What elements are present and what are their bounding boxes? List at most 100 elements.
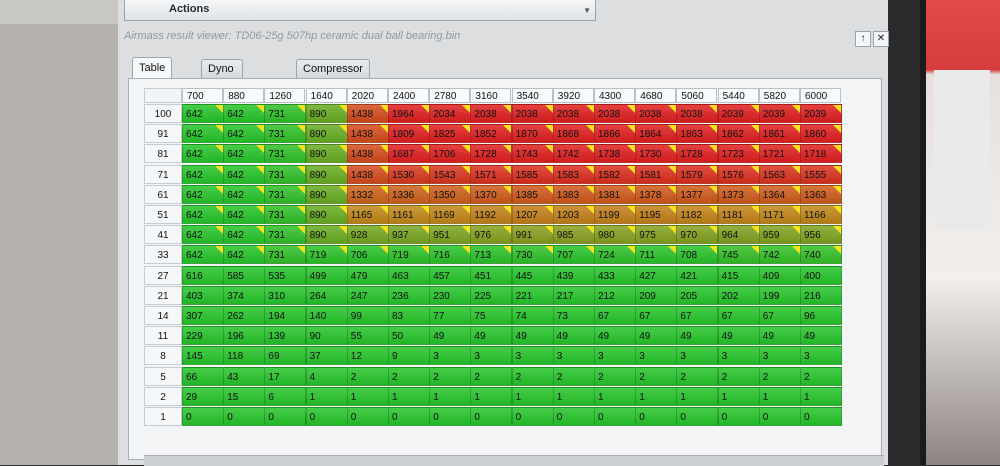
table-cell[interactable]: 75 [470,306,513,325]
table-cell[interactable]: 745 [717,245,760,265]
table-cell[interactable]: 1583 [552,164,595,184]
table-cell[interactable]: 742 [758,245,801,265]
row-header[interactable]: 11 [144,326,182,346]
table-cell[interactable]: 217 [552,285,595,305]
table-cell[interactable]: 1738 [594,144,636,164]
table-cell[interactable]: 890 [305,124,348,144]
column-header[interactable]: 4680 [635,88,677,103]
table-cell[interactable]: 719 [388,245,430,265]
table-cell[interactable]: 3 [758,346,801,366]
row-header[interactable]: 71 [144,164,182,184]
table-cell[interactable]: 1579 [676,164,719,184]
chevron-down-icon[interactable]: ▼ [583,6,591,15]
table-cell[interactable]: 711 [635,245,678,265]
table-cell[interactable]: 1161 [388,205,430,224]
table-cell[interactable]: 1169 [429,205,472,224]
row-header[interactable]: 100 [144,104,182,123]
table-cell[interactable]: 1571 [470,164,513,184]
table-cell[interactable]: 0 [264,407,307,426]
table-cell[interactable]: 0 [346,407,389,426]
table-cell[interactable]: 205 [676,285,719,305]
table-cell[interactable]: 66 [182,366,224,386]
table-cell[interactable]: 1530 [388,164,430,184]
table-cell[interactable]: 1864 [635,124,678,144]
table-cell[interactable]: 74 [511,306,554,325]
table-cell[interactable]: 0 [800,407,842,426]
row-header[interactable]: 2 [144,386,182,406]
column-header[interactable]: 3540 [511,88,553,103]
table-cell[interactable]: 731 [264,225,307,245]
column-header[interactable]: 2780 [429,88,471,103]
column-header[interactable]: 2400 [388,88,429,103]
table-cell[interactable]: 3 [429,346,472,366]
row-header[interactable]: 27 [144,265,182,285]
table-cell[interactable]: 1581 [635,164,678,184]
table-cell[interactable]: 1438 [346,164,389,184]
table-cell[interactable]: 1870 [511,124,554,144]
table-cell[interactable]: 67 [676,306,719,325]
table-cell[interactable]: 642 [182,144,224,164]
row-header[interactable]: 14 [144,306,182,325]
table-cell[interactable]: 1728 [676,144,719,164]
table-cell[interactable]: 67 [594,306,636,325]
close-icon[interactable]: ✕ [873,31,889,47]
table-cell[interactable]: 976 [470,225,513,245]
table-cell[interactable]: 1964 [388,104,430,123]
table-cell[interactable]: 1 [594,386,636,406]
table-cell[interactable]: 49 [552,326,595,346]
table-cell[interactable]: 0 [429,407,472,426]
table-cell[interactable]: 1 [552,386,595,406]
tab-table-view[interactable]: Table view [132,57,173,95]
row-header[interactable]: 41 [144,225,182,245]
table-cell[interactable]: 403 [182,285,224,305]
table-cell[interactable]: 247 [346,285,389,305]
table-cell[interactable]: 1863 [676,124,719,144]
table-cell[interactable]: 1723 [717,144,760,164]
table-cell[interactable]: 427 [635,265,678,285]
pin-icon[interactable]: ↑ [855,31,871,47]
table-cell[interactable]: 43 [223,366,266,386]
table-cell[interactable]: 535 [264,265,307,285]
row-header[interactable]: 51 [144,205,182,224]
table-cell[interactable]: 439 [552,265,595,285]
row-header[interactable]: 81 [144,144,182,164]
table-cell[interactable]: 445 [511,265,554,285]
table-cell[interactable]: 479 [346,265,389,285]
table-cell[interactable]: 713 [470,245,513,265]
row-header[interactable]: 5 [144,366,182,386]
table-cell[interactable]: 73 [552,306,595,325]
table-cell[interactable]: 457 [429,265,472,285]
table-cell[interactable]: 199 [758,285,801,305]
table-cell[interactable]: 1 [511,386,554,406]
table-cell[interactable]: 890 [305,184,348,204]
tab-dyno-graph-view[interactable]: Dyno graph view [201,59,244,113]
table-cell[interactable]: 2 [676,366,719,386]
table-cell[interactable]: 2038 [676,104,719,123]
table-cell[interactable]: 0 [676,407,719,426]
table-cell[interactable]: 67 [758,306,801,325]
table-cell[interactable]: 642 [182,225,224,245]
table-cell[interactable]: 1730 [635,144,678,164]
table-cell[interactable]: 2038 [594,104,636,123]
table-cell[interactable]: 724 [594,245,636,265]
table-cell[interactable]: 970 [676,225,719,245]
table-cell[interactable]: 225 [470,285,513,305]
table-cell[interactable]: 49 [676,326,719,346]
table-cell[interactable]: 2 [717,366,760,386]
table-cell[interactable]: 2 [594,366,636,386]
row-header[interactable]: 61 [144,184,182,204]
table-cell[interactable]: 2038 [470,104,513,123]
table-cell[interactable]: 890 [305,225,348,245]
table-cell[interactable]: 4 [305,366,348,386]
table-cell[interactable]: 1171 [758,205,801,224]
table-cell[interactable]: 90 [305,326,348,346]
table-cell[interactable]: 1 [758,386,801,406]
table-cell[interactable]: 1181 [717,205,760,224]
table-cell[interactable]: 2 [635,366,678,386]
table-cell[interactable]: 83 [388,306,430,325]
table-cell[interactable]: 0 [717,407,760,426]
table-cell[interactable]: 1165 [346,205,389,224]
table-cell[interactable]: 1728 [470,144,513,164]
table-cell[interactable]: 1378 [635,184,678,204]
table-cell[interactable]: 3 [511,346,554,366]
